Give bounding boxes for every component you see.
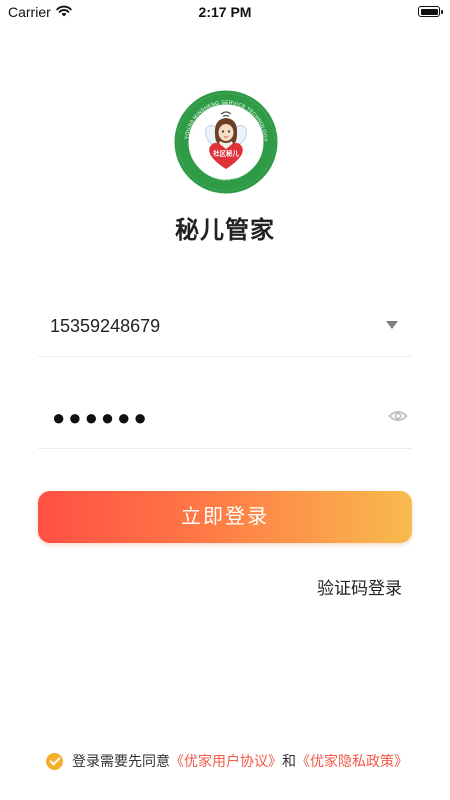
battery-level	[420, 8, 438, 15]
password-field[interactable]: ●●●●●●	[38, 392, 412, 449]
phone-field[interactable]: 15359248679	[38, 300, 412, 357]
login-button[interactable]: 立即登录	[38, 491, 412, 543]
phone-input-value[interactable]: 15359248679	[50, 316, 160, 337]
checkmark-icon[interactable]	[46, 752, 63, 770]
app-title: 秘儿管家	[175, 217, 275, 244]
password-input-value[interactable]: ●●●●●●	[52, 405, 150, 431]
privacy-policy-link[interactable]: 《优家隐私政策》	[296, 751, 408, 771]
sms-login-link[interactable]: 验证码登录	[317, 574, 402, 599]
agreement-row: 登录需要先同意 《优家用户协议》 和 《优家隐私政策》	[46, 752, 408, 770]
logo-heart-text: 社区秘儿	[212, 149, 239, 158]
status-bar: Carrier 2:17 PM	[0, 0, 450, 24]
eye-icon[interactable]	[388, 408, 408, 424]
agreement-conjunction: 和	[282, 753, 296, 769]
app-logo: JIANGSU YOUJIA MINSHENG SERVICE TECHNOLO…	[174, 90, 278, 194]
agreement-prefix: 登录需要先同意	[72, 753, 170, 769]
clock: 2:17 PM	[198, 4, 252, 20]
battery-icon	[418, 6, 443, 17]
dropdown-icon[interactable]	[386, 321, 398, 329]
user-agreement-link[interactable]: 《优家用户协议》	[170, 751, 282, 771]
